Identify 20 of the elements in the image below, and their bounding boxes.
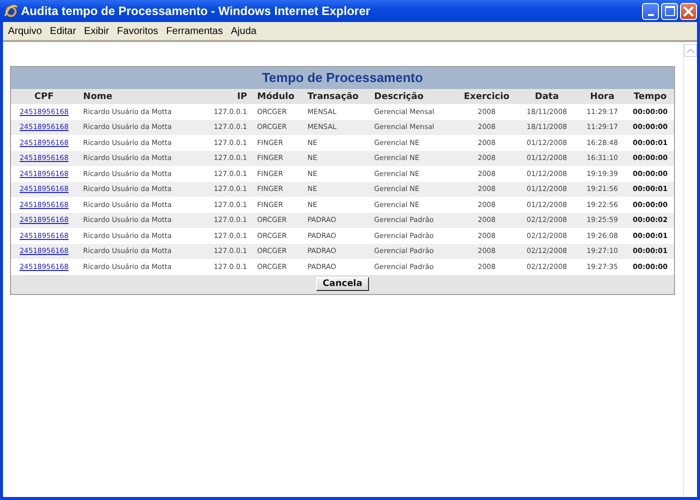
scrollbar[interactable]	[683, 42, 697, 497]
browser-logo-icon	[4, 4, 18, 18]
maximize-button[interactable]	[661, 2, 678, 20]
cancel-button[interactable]: Cancela	[316, 277, 370, 291]
menu-item[interactable]: Exibir	[81, 26, 114, 36]
panel-title: Tempo de Processamento	[11, 67, 674, 89]
column-header: Exercicio	[458, 89, 516, 104]
menu-item[interactable]: Ajuda	[228, 26, 262, 36]
close-button[interactable]	[680, 2, 697, 20]
menu-item[interactable]: Favoritos	[114, 26, 164, 36]
minimize-button[interactable]	[642, 2, 659, 20]
column-header: Descrição	[372, 89, 458, 104]
menu-item[interactable]: Editar	[46, 26, 82, 36]
window-title: Audita tempo de Processamento - Windows Internet Explorer	[21, 4, 372, 18]
menu-item[interactable]: Arquivo	[5, 26, 47, 36]
column-header: Transação	[305, 89, 372, 104]
column-header: CPF	[11, 89, 78, 104]
menu-item[interactable]: Ferramentas	[163, 26, 228, 36]
column-header: IP	[202, 89, 250, 104]
column-header: Módulo	[249, 89, 306, 104]
